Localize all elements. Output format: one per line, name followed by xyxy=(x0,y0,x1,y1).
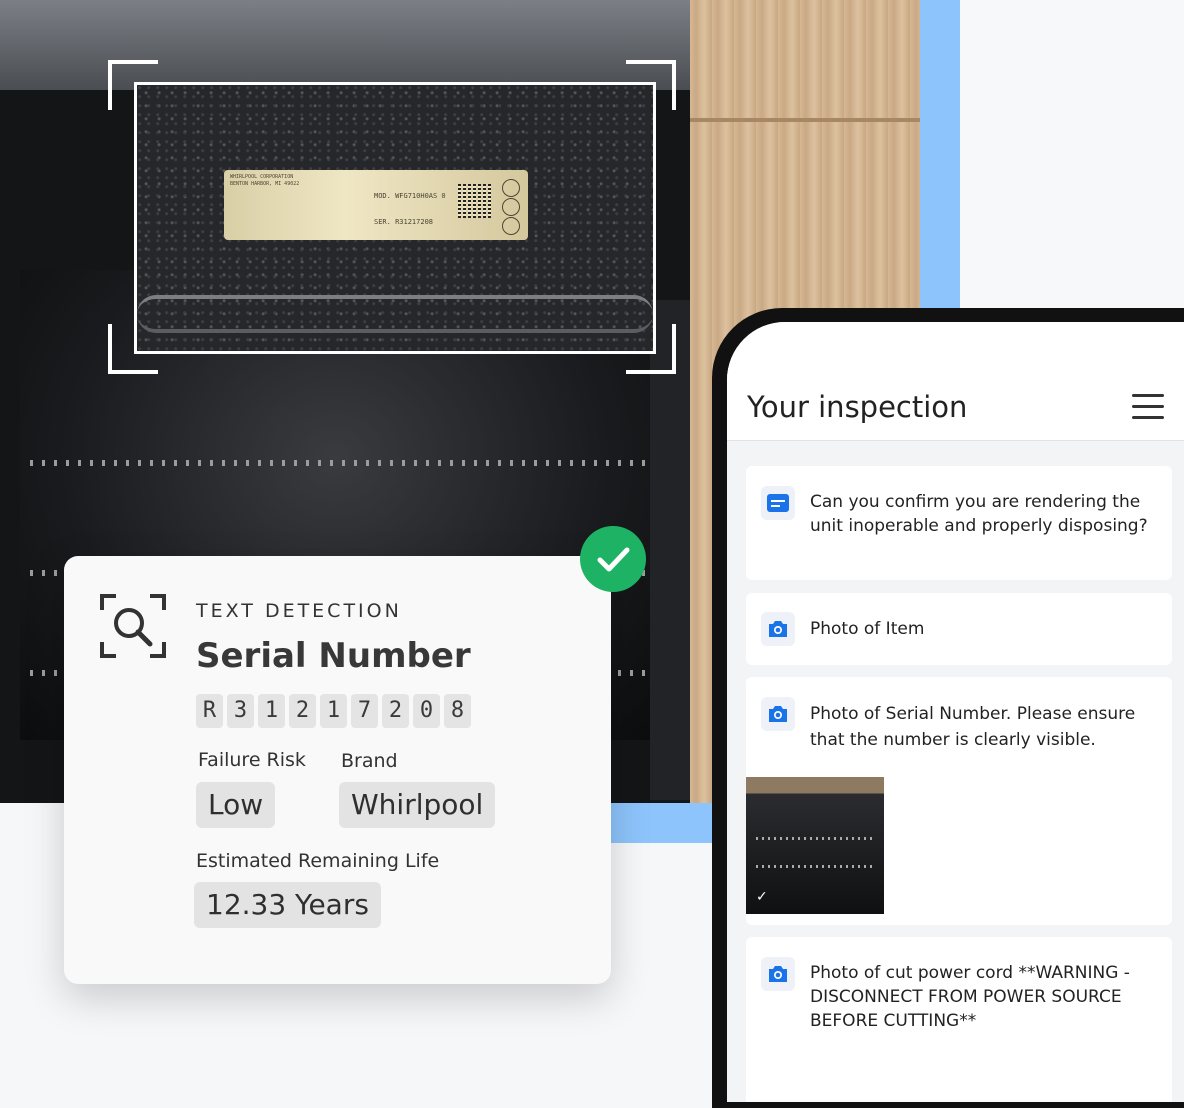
serial-char: 1 xyxy=(258,694,285,728)
plate-model: MOD. WFG710H0AS 0 xyxy=(374,192,446,200)
cabinet-seam xyxy=(690,118,920,122)
text-scan-icon xyxy=(100,594,166,658)
item-text: Photo of cut power cord **WARNING - DISC… xyxy=(810,963,1130,1031)
camera-icon xyxy=(761,957,795,991)
serial-char: 8 xyxy=(444,694,471,728)
success-check-icon xyxy=(580,526,646,592)
inspection-item-photo-serial[interactable]: Photo of Serial Number. Please ensure th… xyxy=(746,677,1172,925)
serial-char: 2 xyxy=(382,694,409,728)
camera-icon xyxy=(761,612,795,646)
thumb-rack xyxy=(756,865,874,868)
plate-maker: WHIRLPOOL CORPORATION xyxy=(230,174,294,180)
serial-char: 1 xyxy=(320,694,347,728)
viewfinder-corner xyxy=(626,324,676,374)
remaining-life-value: 12.33 Years xyxy=(194,882,381,928)
serial-char: 7 xyxy=(351,694,378,728)
heating-element xyxy=(137,295,653,333)
serial-char: R xyxy=(196,694,223,728)
scan-viewfinder: WHIRLPOOL CORPORATION BENTON HARBOR, MI … xyxy=(134,82,656,354)
detection-card: TEXT DETECTION Serial Number R 3 1 2 1 7… xyxy=(64,556,611,984)
card-eyebrow: TEXT DETECTION xyxy=(196,600,402,622)
viewfinder-corner xyxy=(626,60,676,110)
decorative-blue-bar xyxy=(600,803,725,843)
plate-serial: SER. R31217208 xyxy=(374,218,434,226)
form-icon xyxy=(761,486,795,520)
item-text: Photo of Serial Number. Please ensure th… xyxy=(810,704,1136,750)
inspection-item-confirm[interactable]: Can you confirm you are rendering the un… xyxy=(746,466,1172,580)
inspection-item-photo-item[interactable]: Photo of Item xyxy=(746,593,1172,665)
remaining-life-label: Estimated Remaining Life xyxy=(196,850,440,872)
camera-icon xyxy=(761,697,795,731)
phone-screen: Your inspection Can you confirm you are … xyxy=(727,322,1184,1102)
hamburger-menu-icon[interactable] xyxy=(1132,394,1164,420)
serial-photo-thumbnail[interactable]: ✓ xyxy=(746,777,884,914)
viewfinder-corner xyxy=(108,324,158,374)
item-text: Can you confirm you are rendering the un… xyxy=(810,492,1148,536)
thumbnail-check-icon: ✓ xyxy=(756,889,768,905)
serial-plate: WHIRLPOOL CORPORATION BENTON HARBOR, MI … xyxy=(224,170,528,240)
failure-risk-label: Failure Risk xyxy=(198,749,306,771)
page-title: Your inspection xyxy=(747,390,968,424)
serial-char: 0 xyxy=(413,694,440,728)
serial-char: 2 xyxy=(289,694,316,728)
failure-risk-value: Low xyxy=(196,782,276,828)
qr-code-icon xyxy=(458,184,492,218)
serial-characters: R 3 1 2 1 7 2 0 8 xyxy=(196,694,471,728)
thumb-rack xyxy=(756,837,874,840)
brand-value: Whirlpool xyxy=(339,782,496,828)
ceiling xyxy=(0,0,700,90)
certification-seal-icon xyxy=(502,178,522,235)
app-header: Your inspection xyxy=(727,322,1184,441)
brand-label: Brand xyxy=(341,750,398,772)
item-text: Photo of Item xyxy=(810,619,925,639)
inspection-item-photo-cord[interactable]: Photo of cut power cord **WARNING - DISC… xyxy=(746,937,1172,1102)
viewfinder-corner xyxy=(108,60,158,110)
oven-door-edge xyxy=(650,300,690,800)
oven-rack xyxy=(30,460,650,466)
card-title: Serial Number xyxy=(196,636,471,676)
decorative-blue-strip xyxy=(920,0,960,320)
serial-char: 3 xyxy=(227,694,254,728)
